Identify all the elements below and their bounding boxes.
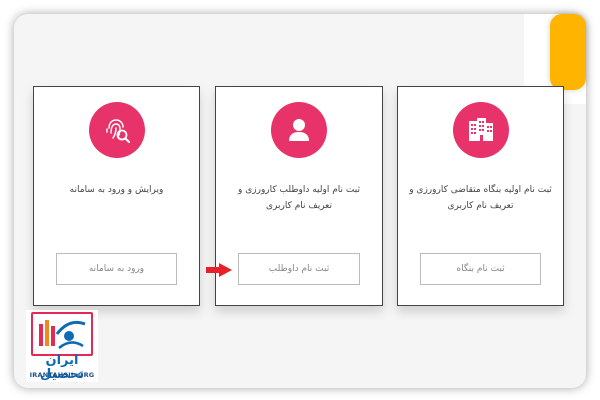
- applicant-register-button[interactable]: ثبت نام داوطلب: [238, 253, 360, 285]
- corner-badge: [550, 14, 586, 90]
- arrow-right-icon: [206, 262, 232, 281]
- building-icon: [452, 102, 509, 158]
- card-applicant-registration: ثبت نام اولیه داوطلب کارورزی و تعریف نام…: [215, 86, 383, 306]
- logo-emblem-icon: [31, 312, 93, 356]
- login-button[interactable]: ورود به سامانه: [56, 253, 177, 285]
- card-employer-registration: ثبت نام اولیه بنگاه متقاضی کارورزی و تعر…: [397, 86, 564, 306]
- site-logo: ایران تحصیل IRANTAHSIL.ORG: [26, 310, 98, 382]
- card-description: ثبت نام اولیه بنگاه متقاضی کارورزی و تعر…: [409, 185, 552, 211]
- user-icon: [271, 102, 327, 158]
- employer-register-button[interactable]: ثبت نام بنگاه: [420, 253, 541, 285]
- card-description: ثبت نام اولیه داوطلب کارورزی و تعریف نام…: [238, 185, 360, 211]
- card-description: ویرایش و ورود به سامانه: [69, 185, 164, 195]
- fingerprint-icon: [88, 102, 145, 158]
- logo-site-url: IRANTAHSIL.ORG: [29, 371, 95, 379]
- card-login: ویرایش و ورود به سامانه ورود به سامانه: [33, 86, 200, 306]
